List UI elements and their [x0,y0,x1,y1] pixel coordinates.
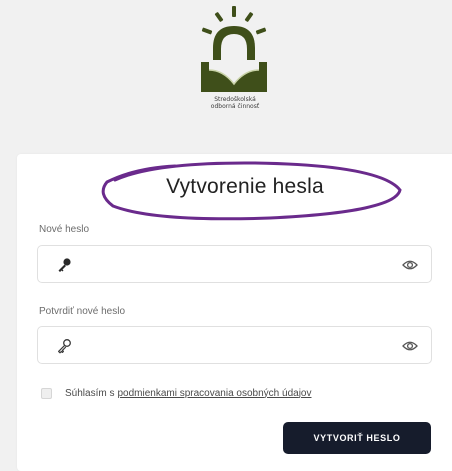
sok-logo: Stredoškolská odborná činnosť [193,4,277,124]
sun-book-logo-icon [201,6,267,92]
logo-caption-line1: Stredoškolská [214,96,256,103]
logo-caption-line2: odborná činnosť [210,103,260,110]
confirm-password-label: Potvrdiť nové heslo [39,306,126,317]
new-password-field [37,245,432,283]
title-wrap: Vytvorenie hesla [95,160,405,222]
create-password-button[interactable]: VYTVORIŤ HESLO [283,422,431,454]
logo-caption: Stredoškolská odborná činnosť [193,96,277,110]
eye-icon[interactable] [402,258,418,272]
consent-terms-link[interactable]: podmienkami spracovania osobných údajov [117,388,311,399]
new-password-label: Nové heslo [39,224,90,235]
new-password-input[interactable] [80,252,400,276]
eye-icon[interactable] [402,339,418,353]
key-icon [58,258,71,272]
consent-row: Súhlasím s podmienkami spracovania osobn… [41,385,311,401]
confirm-password-field [37,326,432,364]
consent-prefix: Súhlasím s [65,387,115,399]
page-title: Vytvorenie hesla [166,175,324,198]
key-icon [58,339,71,354]
consent-checkbox[interactable] [41,387,52,399]
confirm-password-input[interactable] [80,333,400,357]
password-create-card: Vytvorenie hesla Nové heslo Potvrdiť nov… [17,154,452,471]
